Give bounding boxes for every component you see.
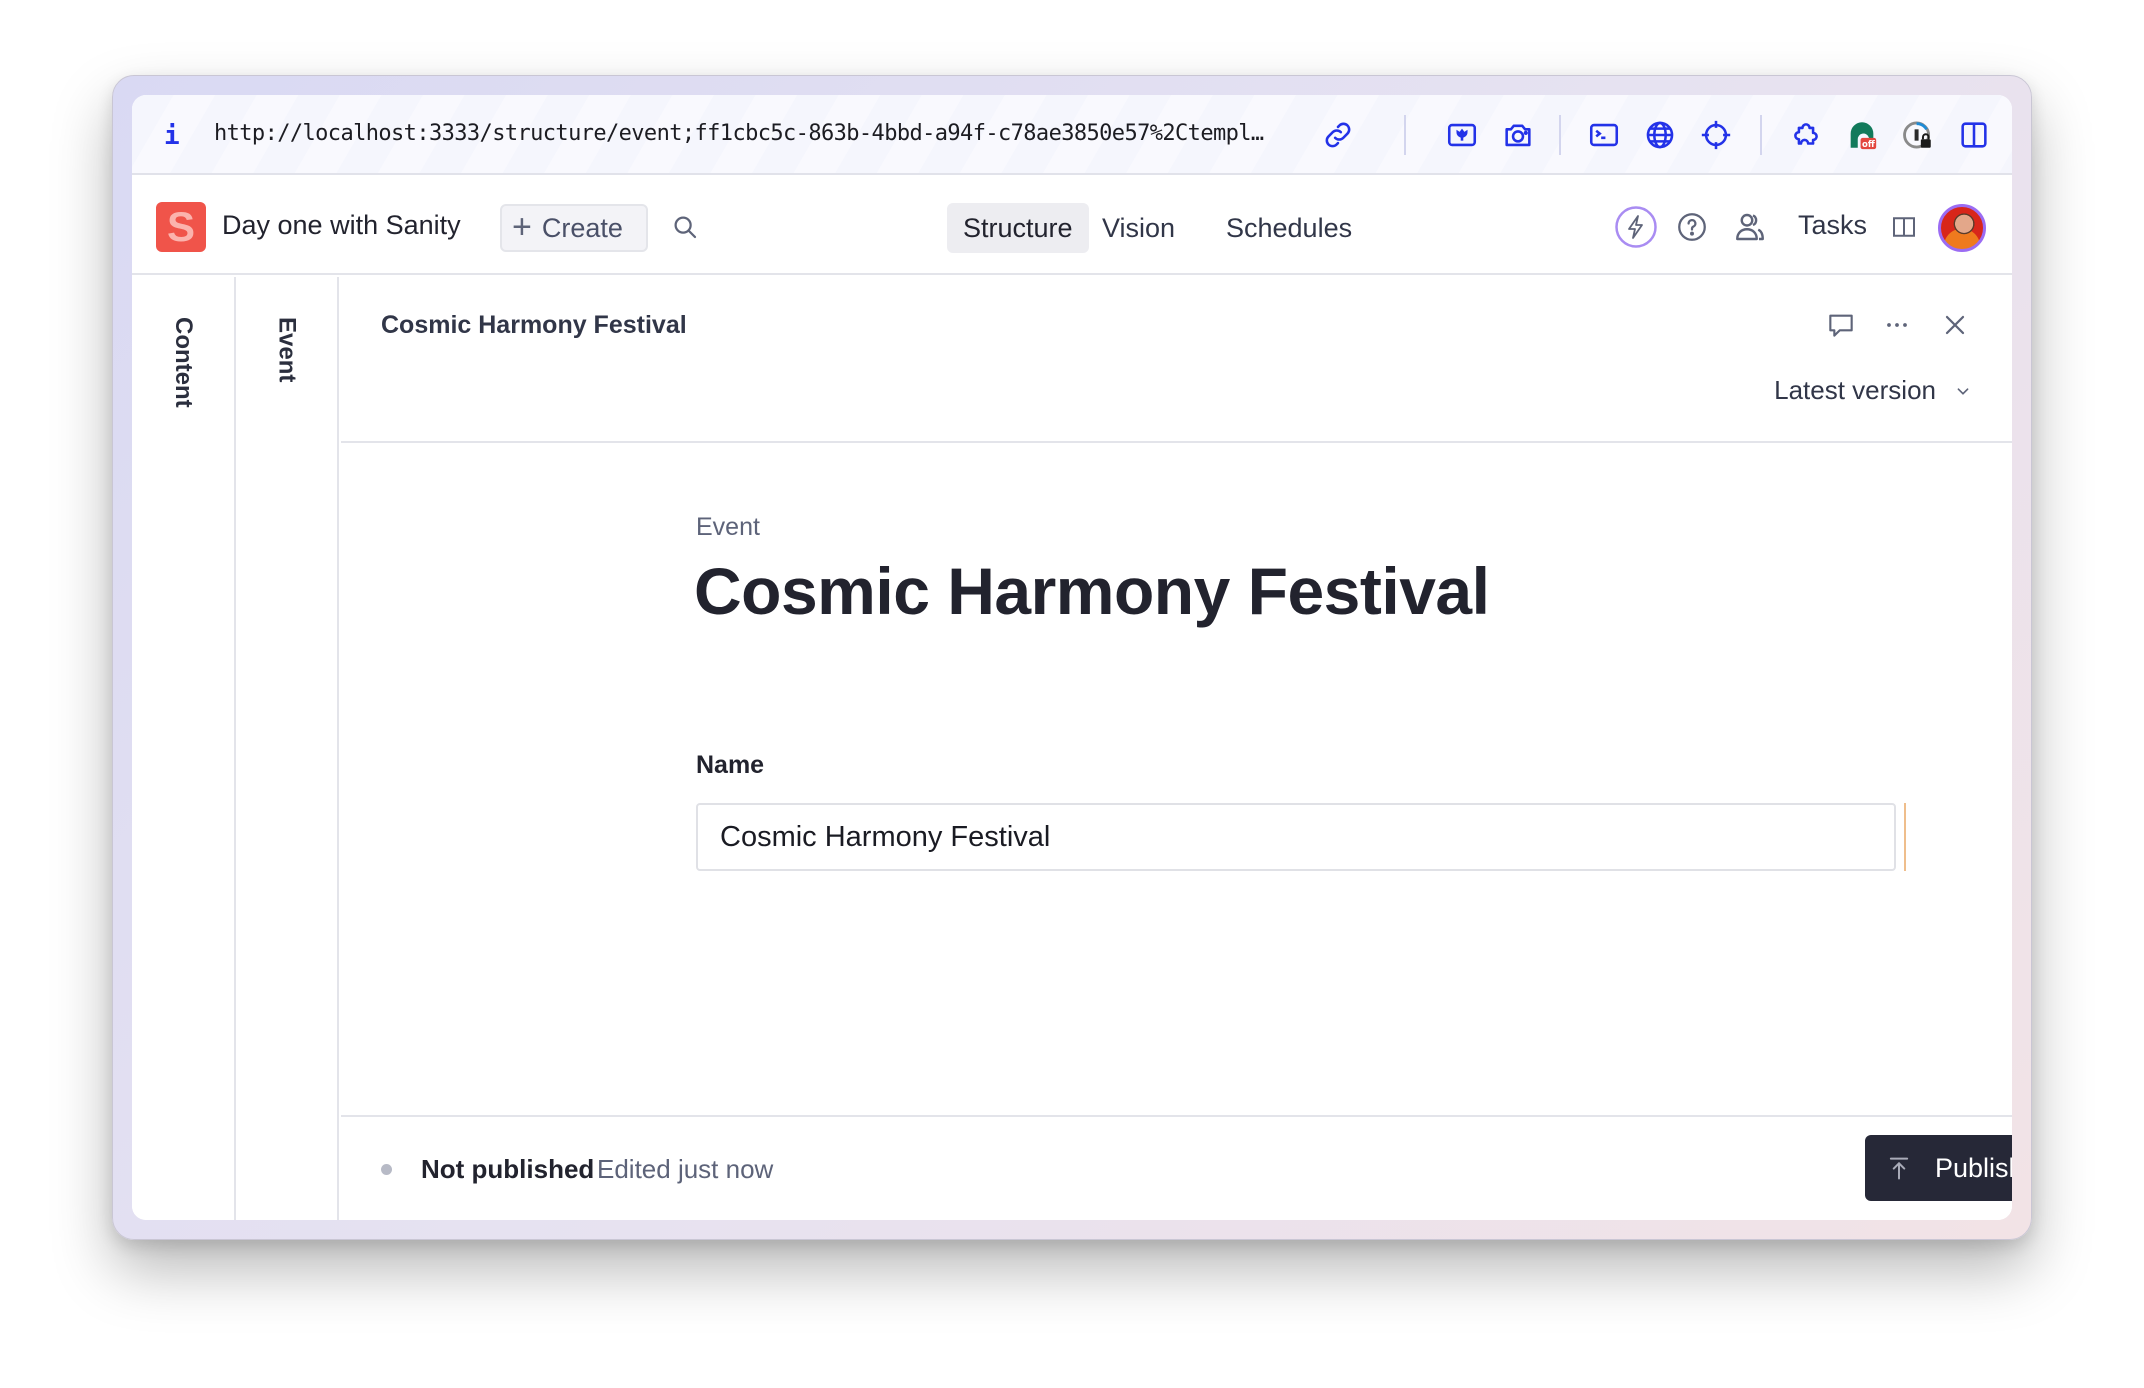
chevron-down-icon (1957, 387, 1969, 395)
sanity-logo[interactable]: S (156, 202, 206, 252)
version-label: Latest version (1774, 375, 1936, 405)
help-icon[interactable] (1670, 205, 1714, 249)
version-select[interactable]: Latest version (1774, 375, 1974, 406)
create-button[interactable]: + Create (500, 204, 648, 252)
lightning-icon[interactable] (1614, 205, 1658, 249)
name-field-label: Name (696, 751, 765, 779)
document-type-label: Event (696, 513, 760, 541)
tab-label: Vision (1102, 212, 1176, 243)
document-header-title: Cosmic Harmony Festival (381, 311, 687, 339)
status-dot-icon (381, 1164, 392, 1175)
extension-puzzle-icon[interactable] (1786, 115, 1826, 155)
tab-schedules[interactable]: Schedules (1210, 203, 1368, 253)
change-indicator[interactable] (1904, 803, 1906, 871)
tab-vision[interactable]: Vision (1086, 203, 1191, 253)
browser-toolbar: i http://localhost:3333/structure/event;… (132, 95, 2012, 175)
publish-status: Not published (421, 1154, 595, 1184)
panel-toggle-icon[interactable] (1882, 205, 1926, 249)
pane-event-collapsed[interactable]: Event (236, 277, 339, 1220)
sidebar-split-icon[interactable] (1954, 115, 1994, 155)
members-icon[interactable] (1728, 205, 1772, 249)
publish-icon (1889, 1157, 1909, 1180)
toolbar-divider (1559, 115, 1561, 155)
document-pane-header: Cosmic Harmony Festival Latest version (341, 277, 2012, 443)
pane-content-collapsed[interactable]: Content (132, 277, 236, 1220)
close-icon[interactable] (1935, 305, 1975, 345)
document-status-bar: Not published Edited just now Publish (341, 1115, 2012, 1220)
tab-label: Structure (963, 212, 1073, 243)
terminal-icon[interactable] (1584, 115, 1624, 155)
tab-label: Schedules (1226, 212, 1353, 243)
more-options-icon[interactable] (1877, 305, 1917, 345)
name-field-input[interactable] (696, 803, 1896, 871)
toolbar-divider (1404, 115, 1406, 155)
user-avatar[interactable] (1938, 204, 1986, 252)
plus-icon: + (512, 207, 532, 246)
password-manager-lock-icon[interactable] (1898, 115, 1938, 155)
document-pane: Cosmic Harmony Festival Latest version E… (341, 277, 2012, 1220)
document-form: Event Cosmic Harmony Festival Name (341, 445, 2012, 1110)
document-title: Cosmic Harmony Festival (694, 554, 1490, 628)
create-button-label: Create (541, 212, 623, 243)
crosshair-icon[interactable] (1696, 115, 1736, 155)
toolbar-divider (1760, 115, 1762, 155)
pane-title-event[interactable]: Event (273, 317, 301, 382)
publish-button-label: Publish (1935, 1152, 2012, 1183)
globe-icon[interactable] (1640, 115, 1680, 155)
image-tool-icon[interactable] (1442, 115, 1482, 155)
pane-title-content[interactable]: Content (169, 317, 197, 408)
browser-window: i http://localhost:3333/structure/event;… (132, 95, 2012, 1220)
svg-text:off: off (1862, 140, 1875, 150)
edited-timestamp[interactable]: Edited just now (597, 1154, 773, 1185)
publish-button[interactable]: Publish (1865, 1135, 2012, 1201)
camera-icon[interactable] (1498, 115, 1538, 155)
site-info-icon[interactable]: i (164, 121, 184, 151)
comment-icon[interactable] (1821, 305, 1861, 345)
studio-navbar: S Day one with Sanity + Create Structure… (132, 177, 2012, 275)
tasks-button[interactable]: Tasks (1798, 210, 1867, 241)
search-icon[interactable] (670, 212, 700, 242)
extension-off-icon[interactable]: off (1842, 115, 1882, 155)
project-name[interactable]: Day one with Sanity (222, 210, 461, 241)
link-icon[interactable] (1318, 115, 1358, 155)
tab-structure[interactable]: Structure (947, 203, 1089, 253)
address-bar[interactable]: http://localhost:3333/structure/event;ff… (214, 121, 1434, 151)
